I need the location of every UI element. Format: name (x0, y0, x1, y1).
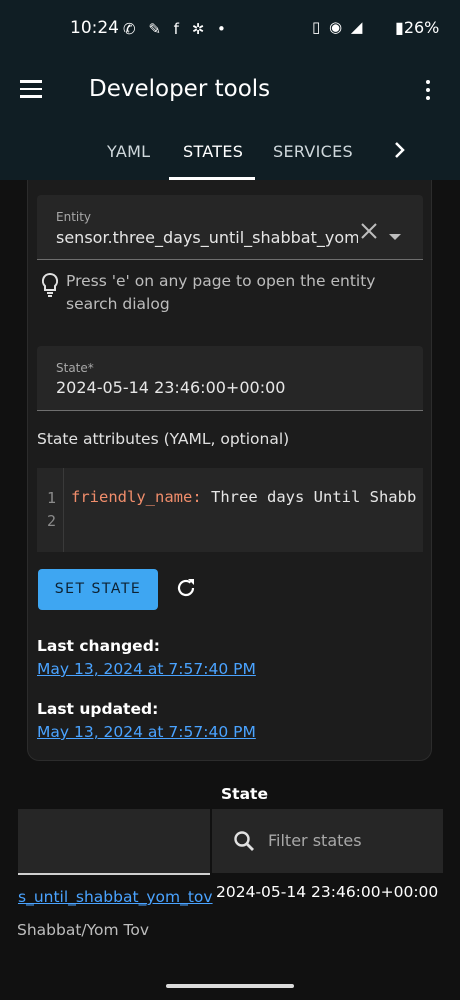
last-updated-link[interactable]: May 13, 2024 at 7:57:40 PM (37, 723, 256, 741)
more-vert-icon[interactable] (420, 80, 436, 104)
yaml-key: friendly_name (71, 488, 193, 506)
yaml-colon: : (192, 488, 202, 506)
status-time: 10:24 (70, 18, 119, 38)
entity-filter-cell[interactable] (18, 809, 210, 875)
entity-search-hint: Press 'e' on any page to open the entity… (66, 272, 376, 313)
search-icon (233, 830, 255, 852)
table-row-entity-link[interactable]: s_until_shabbat_yom_tov (18, 888, 213, 906)
table-row-friendly-name: Shabbat/Yom Tov (17, 921, 150, 939)
status-bar (0, 0, 460, 60)
last-changed-link[interactable]: May 13, 2024 at 7:57:40 PM (37, 660, 256, 678)
yaml-value: Three days Until Shabb (201, 488, 417, 506)
line-number-gutter (37, 468, 64, 552)
page-title: Developer tools (89, 76, 271, 102)
state-column-header[interactable]: State (221, 785, 268, 803)
menu-icon[interactable] (20, 80, 44, 102)
state-field-label: State* (56, 361, 94, 375)
entity-field-label: Entity (56, 210, 92, 224)
notification-icons: ✆ ✎ f ✲ • (123, 20, 230, 38)
state-attributes-label: State attributes (YAML, optional) (37, 430, 290, 448)
last-changed-label: Last changed: (37, 637, 160, 655)
yaml-editor[interactable] (37, 468, 423, 552)
line-number: 1 (47, 489, 57, 507)
battery-level: ▮26% (395, 18, 440, 37)
gesture-nav-bar[interactable] (166, 984, 294, 988)
chevron-right-icon[interactable] (392, 140, 408, 165)
table-row-state: 2024-05-14 23:46:00+00:00 (216, 883, 439, 901)
refresh-icon[interactable] (174, 576, 198, 600)
dropdown-arrow-icon[interactable] (388, 226, 402, 245)
last-updated-label: Last updated: (37, 700, 159, 718)
yaml-line-1[interactable]: friendly_name: Three days Until Shabb (71, 488, 416, 506)
state-field-value[interactable]: 2024-05-14 23:46:00+00:00 (56, 378, 285, 397)
clear-icon[interactable] (360, 222, 378, 244)
tab-yaml[interactable]: YAML (107, 142, 150, 161)
signal-wifi-icons: ▯ ◉ ◢ (312, 18, 365, 36)
set-state-button[interactable]: SET STATE (38, 569, 158, 610)
entity-field-value[interactable]: sensor.three_days_until_shabbat_yom_to (56, 228, 358, 247)
tab-states[interactable]: STATES (183, 142, 243, 161)
lightbulb-icon (40, 272, 60, 298)
tab-services[interactable]: SERVICES (273, 142, 353, 161)
line-number: 2 (47, 512, 57, 530)
filter-states-placeholder: Filter states (268, 831, 362, 850)
